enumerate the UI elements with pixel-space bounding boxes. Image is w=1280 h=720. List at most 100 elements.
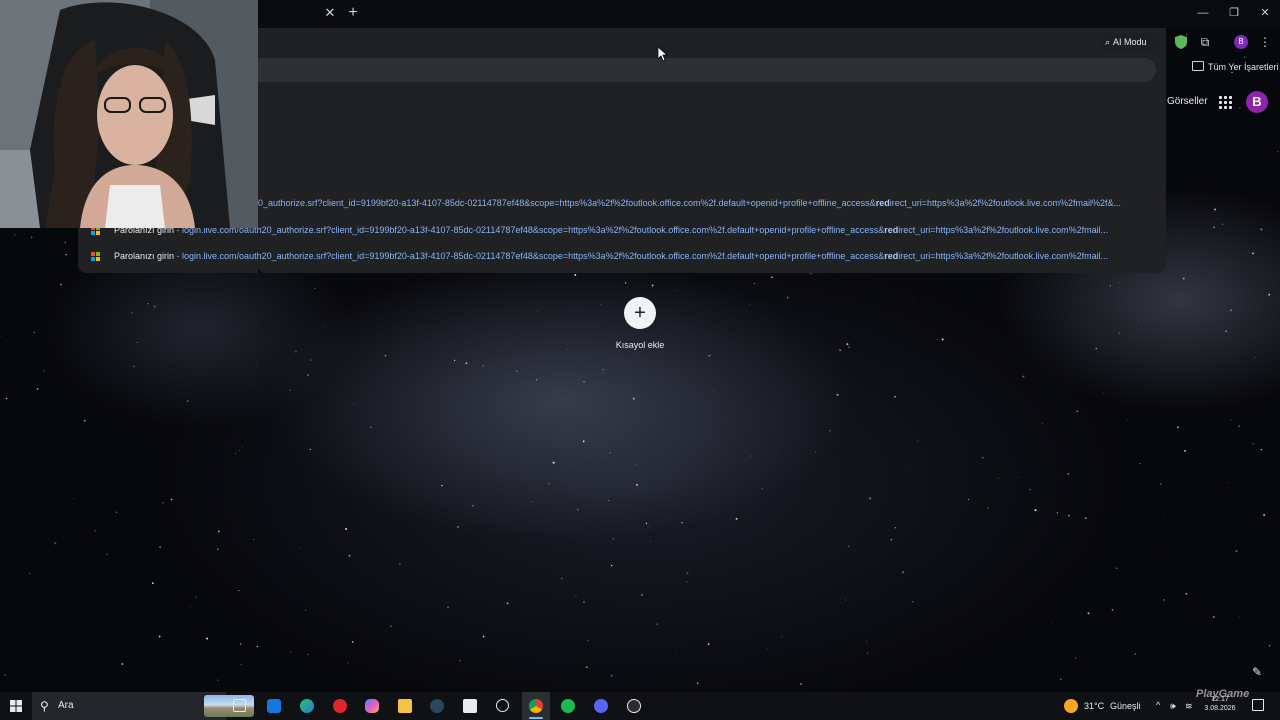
taskbar-app-copilot[interactable]: [364, 692, 380, 720]
omnibox-suggestion[interactable]: 0_authorize.srf?client_id=9199bf20-a13f-…: [258, 194, 1153, 212]
star: [786, 297, 789, 299]
notes-app-icon: [267, 699, 281, 713]
star: [415, 325, 417, 326]
star: [839, 349, 842, 352]
star: [212, 299, 214, 300]
sun-icon: [1064, 699, 1078, 713]
star: [814, 451, 816, 453]
omnibox-suggestion[interactable]: Parolanızı girin - login.live.com/oauth2…: [114, 247, 1146, 265]
star: [33, 331, 36, 334]
star: [610, 564, 613, 567]
star: [552, 461, 555, 464]
taskbar-app-discord[interactable]: [593, 692, 609, 720]
menu-kebab-icon[interactable]: ⋮: [1259, 34, 1271, 50]
star: [1095, 347, 1098, 350]
ai-mode-button[interactable]: ⌕ AI Modu: [1099, 33, 1159, 51]
add-shortcut-button[interactable]: +: [624, 297, 656, 329]
star: [1214, 208, 1217, 211]
webcam-video: [0, 0, 258, 228]
task-view-icon: [233, 699, 246, 712]
taskbar-app-obs[interactable]: [626, 692, 642, 720]
star: [901, 571, 904, 574]
customize-pencil-icon[interactable]: ✎: [1252, 666, 1264, 678]
star: [847, 545, 850, 548]
star: [836, 393, 839, 396]
star: [482, 635, 485, 638]
extensions-puzzle-icon[interactable]: ⧉: [1198, 35, 1212, 49]
taskbar-app-steam[interactable]: [429, 692, 445, 720]
address-bar-input[interactable]: [258, 58, 1156, 82]
star: [533, 373, 535, 375]
star: [632, 397, 635, 400]
star: [217, 530, 220, 533]
omnibox-suggestion[interactable]: Parolanızı girin - login.live.com/oauth2…: [114, 221, 1146, 239]
taskbar-app-explorer[interactable]: [397, 692, 413, 720]
star: [419, 351, 420, 353]
taskbar-app-spotify[interactable]: [560, 692, 576, 720]
volume-icon[interactable]: 🕪: [1170, 692, 1182, 720]
star: [892, 563, 894, 564]
star: [399, 563, 401, 565]
star: [561, 577, 563, 580]
star: [159, 546, 162, 549]
account-avatar[interactable]: B: [1246, 91, 1268, 113]
taskbar-app-chatgpt[interactable]: [495, 692, 511, 720]
shield-extension-icon[interactable]: [1175, 35, 1187, 49]
star: [844, 599, 846, 601]
star: [708, 354, 711, 357]
taskbar-app-notes[interactable]: [266, 692, 282, 720]
weather-desc: Güneşli: [1110, 701, 1141, 711]
chevron-up-icon: ^: [1156, 700, 1161, 710]
spotify-icon: [561, 699, 575, 713]
star: [64, 242, 66, 244]
start-button[interactable]: [6, 692, 26, 720]
star: [307, 654, 309, 656]
images-link[interactable]: Görseller: [1167, 95, 1208, 109]
taskbar-app-chrome[interactable]: [522, 692, 550, 720]
star: [384, 354, 387, 357]
star: [147, 303, 149, 305]
suggestion-title: Parolanızı girin: [114, 251, 175, 261]
notification-center-button[interactable]: [1252, 692, 1266, 720]
star: [317, 332, 318, 334]
star: [1263, 513, 1266, 516]
taskbar-app-opera[interactable]: [332, 692, 348, 720]
all-bookmarks-button[interactable]: Tüm Yer İşaretleri: [1192, 60, 1279, 74]
tray-overflow-chevron-icon[interactable]: ^: [1154, 692, 1166, 720]
star: [72, 498, 74, 499]
star: [912, 300, 914, 302]
google-apps-grid-icon[interactable]: [1218, 95, 1232, 109]
minimize-button[interactable]: —: [1193, 6, 1213, 20]
star: [650, 540, 651, 542]
windows-logo-icon: [10, 700, 22, 712]
restore-button[interactable]: ❐: [1224, 6, 1244, 20]
star: [238, 450, 240, 452]
star: [636, 463, 638, 465]
star: [98, 607, 100, 609]
star: [1029, 488, 1031, 491]
star: [675, 290, 677, 292]
star: [30, 236, 33, 239]
taskbar-app-store[interactable]: [462, 692, 478, 720]
taskbar-app-edge[interactable]: [299, 692, 315, 720]
task-view-button[interactable]: [232, 692, 248, 720]
star: [894, 396, 896, 398]
star: [696, 682, 699, 684]
close-window-button[interactable]: ✕: [1255, 6, 1275, 20]
taskbar-search-box[interactable]: ⚲ Ara: [32, 692, 254, 720]
star: [1244, 196, 1245, 198]
star: [829, 429, 832, 432]
star: [1134, 653, 1136, 655]
weather-widget[interactable]: 31°C Güneşli: [1064, 692, 1144, 720]
star: [608, 499, 610, 501]
star: [195, 596, 197, 598]
star: [1230, 419, 1232, 421]
star: [583, 601, 585, 603]
profile-avatar-small[interactable]: B: [1234, 35, 1248, 49]
star: [582, 440, 585, 443]
star: [912, 601, 914, 603]
tab-close-icon[interactable]: ✕: [323, 6, 337, 20]
new-tab-button[interactable]: +: [346, 5, 360, 21]
star: [131, 312, 133, 314]
star: [1222, 223, 1224, 225]
